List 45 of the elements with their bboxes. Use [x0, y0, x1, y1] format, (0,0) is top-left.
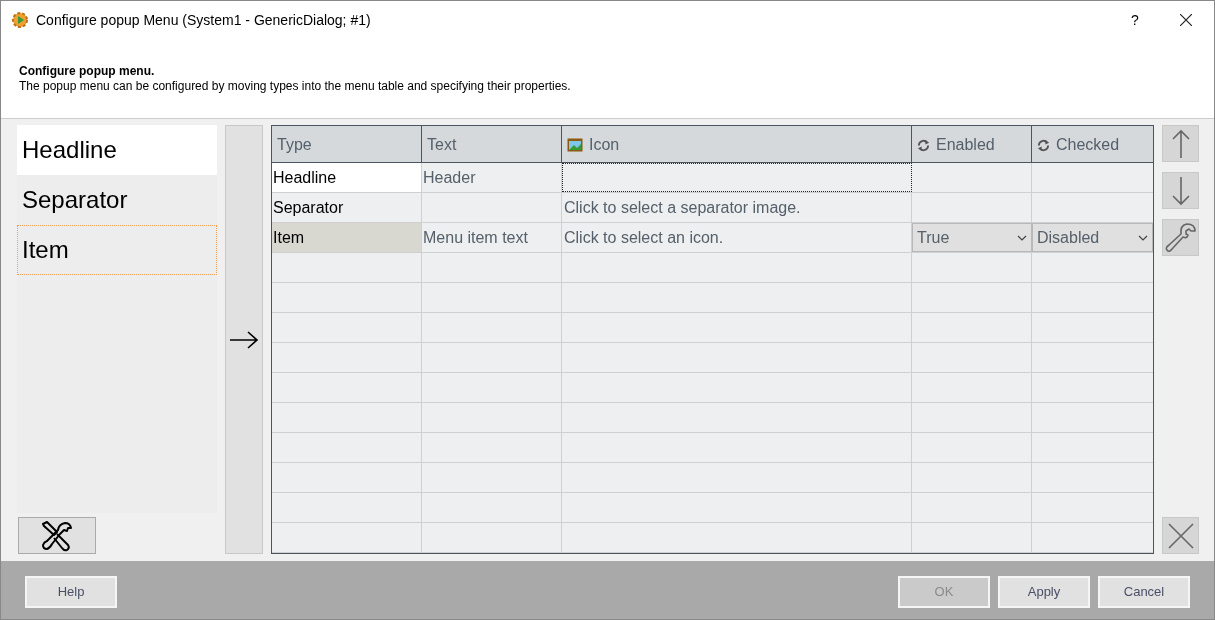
tools-button[interactable] — [18, 517, 96, 554]
dialog-description: The popup menu can be configured by moving types into the menu table and specifying their properties. — [19, 79, 572, 93]
table-cell[interactable]: Menu item text — [422, 223, 562, 252]
column-title: Enabled — [936, 135, 995, 155]
type-list-item[interactable]: Headline — [17, 125, 217, 175]
properties-button[interactable] — [1162, 219, 1199, 256]
help-button[interactable]: ? — [1112, 1, 1158, 39]
close-icon — [1167, 522, 1194, 549]
refresh-icon — [917, 138, 930, 152]
delete-button[interactable] — [1162, 517, 1199, 554]
table-cell[interactable]: Header — [422, 163, 562, 192]
caret-icon — [1138, 234, 1148, 241]
refresh-icon — [1037, 138, 1050, 152]
dropdown[interactable]: Disabled — [1032, 223, 1153, 252]
column-title: Checked — [1056, 135, 1120, 155]
dialog-button[interactable]: Help — [25, 576, 117, 608]
table-cell[interactable]: Headline — [272, 163, 422, 192]
table-cell[interactable]: Item — [272, 223, 422, 252]
dropdown[interactable]: True — [912, 223, 1032, 252]
column-header[interactable]: Checked — [1032, 126, 1153, 162]
column-header[interactable]: Text — [422, 126, 562, 162]
arrow-up-icon — [1170, 128, 1191, 159]
move-down-button[interactable] — [1162, 172, 1199, 209]
column-header[interactable]: Icon — [562, 126, 912, 162]
table-cell[interactable]: Click to select a separator image. — [562, 193, 912, 222]
column-title: Type — [277, 135, 312, 155]
type-list-item[interactable]: Item — [17, 225, 217, 275]
gear-icon — [11, 11, 29, 29]
window-title: Configure popup Menu (System1 - GenericDialog; #1) — [36, 10, 371, 30]
table-cell[interactable]: Separator — [272, 193, 422, 222]
move-up-button[interactable] — [1162, 125, 1199, 162]
wrench-icon — [1164, 221, 1197, 254]
caret-icon — [1017, 234, 1027, 241]
column-header[interactable]: Type — [272, 126, 422, 162]
arrow-right-icon — [229, 329, 259, 350]
dialog-heading: Configure popup menu. — [19, 64, 156, 79]
tools-icon — [40, 519, 74, 552]
dialog-button[interactable]: Apply — [998, 576, 1090, 608]
picture-icon — [567, 138, 583, 152]
column-title: Icon — [589, 135, 620, 155]
arrow-down-icon — [1170, 175, 1191, 206]
dialog-button[interactable]: Cancel — [1098, 576, 1190, 608]
close-icon — [1180, 14, 1192, 26]
column-header[interactable]: Enabled — [912, 126, 1032, 162]
column-title: Text — [427, 135, 457, 155]
